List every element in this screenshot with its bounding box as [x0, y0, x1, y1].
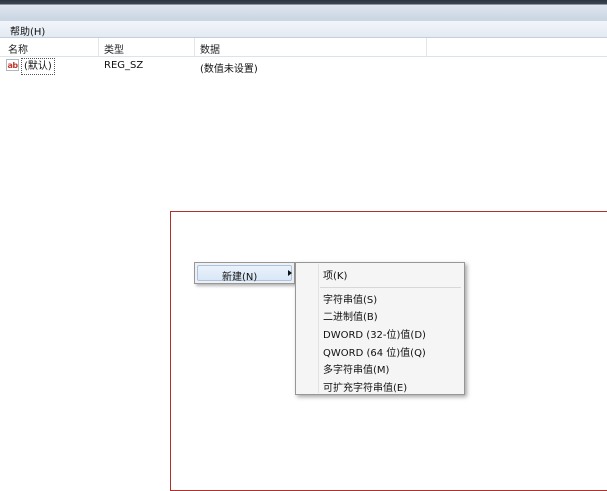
submenu-arrow-icon — [288, 270, 292, 276]
menu-item-new-label: 新建(N) — [222, 272, 258, 283]
menu-item-expandable-string-value[interactable]: 可扩充字符串值(E) — [323, 379, 407, 394]
menu-item-key[interactable]: 项(K) — [323, 267, 347, 282]
menu-item-binary-value[interactable]: 二进制值(B) — [323, 308, 378, 323]
menu-item-qword-value[interactable]: QWORD (64 位)值(Q) — [323, 344, 426, 359]
column-divider[interactable] — [426, 38, 427, 56]
column-divider[interactable] — [194, 38, 195, 56]
value-data: (数值未设置) — [200, 64, 258, 75]
new-submenu: 项(K) 字符串值(S) 二进制值(B) DWORD (32-位)值(D) QW… — [295, 262, 465, 395]
menu-gutter — [318, 264, 319, 393]
table-row[interactable]: ab (默认) REG_SZ (数值未设置) — [0, 58, 607, 75]
context-menu: 新建(N) — [194, 262, 295, 284]
menu-bar: 帮助(H) — [0, 21, 607, 38]
menu-help[interactable]: 帮助(H) — [10, 23, 45, 38]
column-divider[interactable] — [98, 38, 99, 56]
column-header-type[interactable]: 类型 — [104, 41, 124, 56]
value-name[interactable]: (默认) — [21, 58, 55, 75]
menu-separator — [320, 287, 461, 288]
list-header: 名称 类型 数据 — [0, 38, 607, 57]
value-type: REG_SZ — [104, 60, 144, 71]
menu-item-dword-value[interactable]: DWORD (32-位)值(D) — [323, 326, 426, 341]
column-header-data[interactable]: 数据 — [200, 41, 220, 56]
menu-item-multi-string-value[interactable]: 多字符串值(M) — [323, 361, 389, 376]
window-title-strip — [0, 0, 607, 21]
string-value-icon: ab — [6, 59, 19, 71]
column-header-name[interactable]: 名称 — [8, 41, 28, 56]
menu-item-string-value[interactable]: 字符串值(S) — [323, 291, 377, 306]
menu-item-new[interactable]: 新建(N) — [197, 265, 292, 283]
